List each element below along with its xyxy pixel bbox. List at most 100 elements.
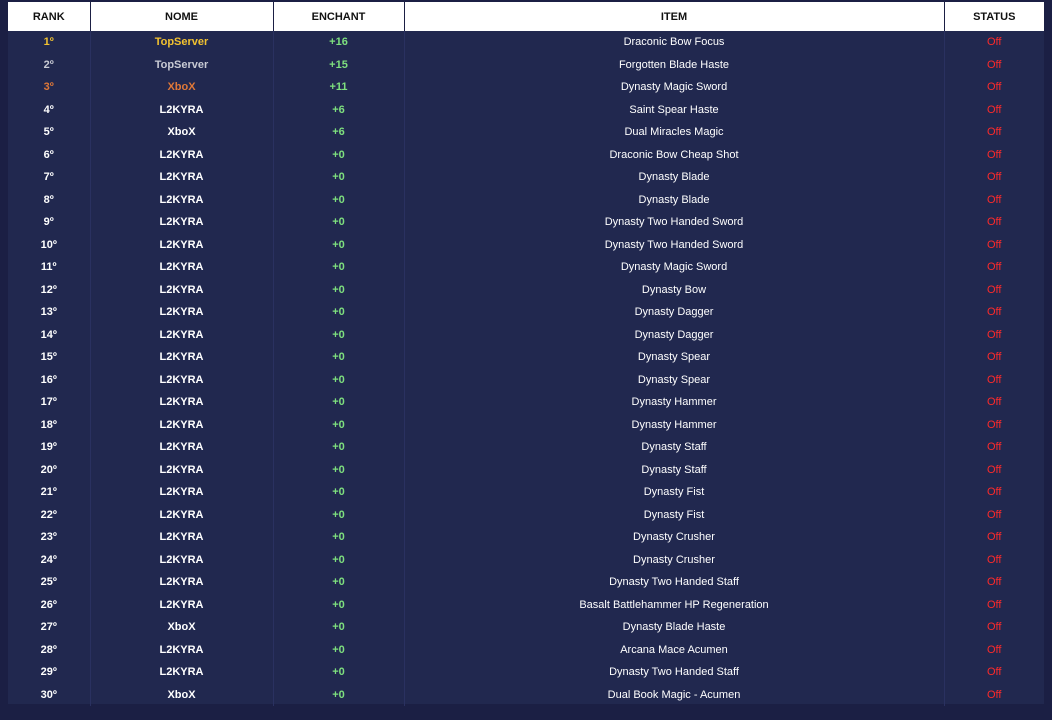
rank-cell: 24º — [40, 553, 57, 566]
player-name-cell: L2KYRA — [89, 233, 273, 256]
rank-cell: 9º — [43, 216, 54, 229]
enchant-cell: +0 — [272, 503, 404, 526]
status-cell: Off — [943, 638, 1044, 661]
status-cell: Off — [943, 548, 1044, 571]
item-cell: Dynasty Crusher — [403, 526, 944, 549]
player-name-cell: L2KYRA — [89, 368, 273, 391]
rank-cell: 29º — [40, 666, 57, 679]
item-cell: Dual Miracles Magic — [403, 121, 944, 144]
table-row: 24º L2KYRA +0 Dynasty Crusher Off — [8, 548, 1044, 571]
enchant-cell: +0 — [272, 593, 404, 616]
player-name-cell: L2KYRA — [89, 458, 273, 481]
item-cell: Dynasty Bow — [403, 278, 944, 301]
enchant-cell: +0 — [272, 166, 404, 189]
item-cell: Dynasty Two Handed Sword — [403, 211, 944, 234]
status-cell: Off — [943, 616, 1044, 639]
player-name-cell: XboX — [89, 76, 273, 99]
rank-cell: 7º — [43, 171, 54, 184]
rank-cell: 4º — [43, 103, 54, 116]
header-enchant[interactable]: ENCHANT — [273, 2, 405, 31]
item-cell: Dynasty Magic Sword — [403, 256, 944, 279]
rank-cell: 3º — [43, 81, 54, 94]
table-row: 11º L2KYRA +0 Dynasty Magic Sword Off — [8, 256, 1044, 279]
enchant-cell: +0 — [272, 368, 404, 391]
item-cell: Saint Spear Haste — [403, 98, 944, 121]
table-header-row: RANK NOME ENCHANT ITEM STATUS — [8, 2, 1044, 31]
header-rank[interactable]: RANK — [8, 2, 91, 31]
player-name-cell: L2KYRA — [89, 143, 273, 166]
header-status[interactable]: STATUS — [944, 2, 1044, 31]
player-name-cell: L2KYRA — [89, 571, 273, 594]
table-row: 27º XboX +0 Dynasty Blade Haste Off — [8, 616, 1044, 639]
status-cell: Off — [943, 323, 1044, 346]
header-nome[interactable]: NOME — [90, 2, 274, 31]
player-name-cell: L2KYRA — [89, 211, 273, 234]
player-name-cell: L2KYRA — [89, 638, 273, 661]
player-name-cell: L2KYRA — [89, 98, 273, 121]
rank-cell: 13º — [40, 306, 57, 319]
table-row: 6º L2KYRA +0 Draconic Bow Cheap Shot Off — [8, 143, 1044, 166]
enchant-cell: +0 — [272, 436, 404, 459]
status-cell: Off — [943, 188, 1044, 211]
rank-cell: 16º — [40, 373, 57, 386]
enchant-cell: +0 — [272, 143, 404, 166]
status-cell: Off — [943, 301, 1044, 324]
enchant-cell: +6 — [272, 121, 404, 144]
player-name-cell: L2KYRA — [89, 278, 273, 301]
rank-cell: 15º — [40, 351, 57, 364]
status-cell: Off — [943, 391, 1044, 414]
player-name-cell: TopServer — [89, 31, 273, 54]
player-name-cell: TopServer — [89, 53, 273, 76]
item-cell: Draconic Bow Cheap Shot — [403, 143, 944, 166]
item-cell: Dynasty Blade — [403, 188, 944, 211]
table-row: 19º L2KYRA +0 Dynasty Staff Off — [8, 436, 1044, 459]
status-cell: Off — [943, 278, 1044, 301]
status-cell: Off — [943, 481, 1044, 504]
item-cell: Dynasty Staff — [403, 436, 944, 459]
table-row: 17º L2KYRA +0 Dynasty Hammer Off — [8, 391, 1044, 414]
item-cell: Dynasty Two Handed Sword — [403, 233, 944, 256]
status-cell: Off — [943, 121, 1044, 144]
rank-cell: 2º — [43, 58, 54, 71]
item-cell: Dynasty Dagger — [403, 301, 944, 324]
status-cell: Off — [943, 503, 1044, 526]
table-row: 26º L2KYRA +0 Basalt Battlehammer HP Regene… — [8, 593, 1044, 616]
status-cell: Off — [943, 346, 1044, 369]
item-cell: Dynasty Spear — [403, 368, 944, 391]
player-name-cell: L2KYRA — [89, 593, 273, 616]
status-cell: Off — [943, 458, 1044, 481]
player-name-cell: L2KYRA — [89, 188, 273, 211]
player-name-cell: L2KYRA — [89, 503, 273, 526]
table-row: 14º L2KYRA +0 Dynasty Dagger Off — [8, 323, 1044, 346]
table-row: 7º L2KYRA +0 Dynasty Blade Off — [8, 166, 1044, 189]
table-row: 21º L2KYRA +0 Dynasty Fist Off — [8, 481, 1044, 504]
table-row: 18º L2KYRA +0 Dynasty Hammer Off — [8, 413, 1044, 436]
status-cell: Off — [943, 53, 1044, 76]
header-item[interactable]: ITEM — [404, 2, 945, 31]
player-name-cell: L2KYRA — [89, 413, 273, 436]
table-body: 1º TopServer +16 Draconic Bow Focus Off 2º Top… — [8, 31, 1044, 706]
enchant-cell: +0 — [272, 548, 404, 571]
rank-cell: 12º — [40, 283, 57, 296]
rank-cell: 25º — [40, 576, 57, 589]
table-row: 13º L2KYRA +0 Dynasty Dagger Off — [8, 301, 1044, 324]
player-name-cell: L2KYRA — [89, 391, 273, 414]
enchant-cell: +0 — [272, 481, 404, 504]
enchant-cell: +0 — [272, 346, 404, 369]
enchant-cell: +0 — [272, 526, 404, 549]
player-name-cell: L2KYRA — [89, 548, 273, 571]
status-cell: Off — [943, 436, 1044, 459]
player-name-cell: L2KYRA — [89, 481, 273, 504]
status-cell: Off — [943, 233, 1044, 256]
enchant-cell: +0 — [272, 616, 404, 639]
player-name-cell: XboX — [89, 616, 273, 639]
item-cell: Dynasty Staff — [403, 458, 944, 481]
table-row: 16º L2KYRA +0 Dynasty Spear Off — [8, 368, 1044, 391]
table-row: 22º L2KYRA +0 Dynasty Fist Off — [8, 503, 1044, 526]
item-cell: Draconic Bow Focus — [403, 31, 944, 54]
table-row: 20º L2KYRA +0 Dynasty Staff Off — [8, 458, 1044, 481]
rank-cell: 19º — [40, 441, 57, 454]
table-row: 15º L2KYRA +0 Dynasty Spear Off — [8, 346, 1044, 369]
item-cell: Dynasty Two Handed Staff — [403, 661, 944, 684]
status-cell: Off — [943, 661, 1044, 684]
